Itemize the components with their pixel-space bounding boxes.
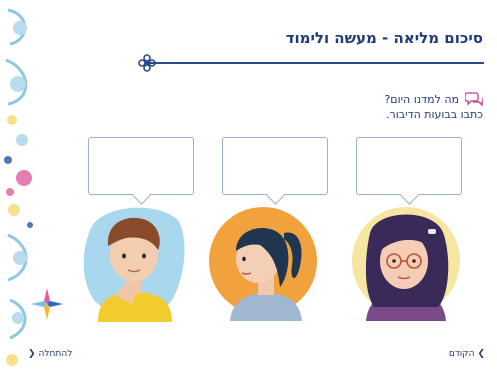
boy-avatar <box>83 207 185 322</box>
slide-frame: סיכום מליאה - מעשה ולימוד מה למדנו היום?… <box>0 0 497 376</box>
pinwheel-icon <box>31 288 63 320</box>
instruction-text: כתבו בבועות הדיבור. <box>386 108 483 121</box>
start-label: להתחלה <box>38 349 73 359</box>
girl-ponytail-avatar <box>209 207 317 321</box>
speech-bubble-boy[interactable] <box>88 137 194 195</box>
page-title: סיכום מליאה - מעשה ולימוד <box>285 29 483 47</box>
chevron-right-icon: ❯ <box>477 349 485 359</box>
start-link[interactable]: להתחלה ❮ <box>28 349 72 359</box>
previous-link[interactable]: ❯ הקודם <box>449 349 485 359</box>
question-text: מה למדנו היום? <box>384 92 459 106</box>
previous-label: הקודם <box>448 349 475 359</box>
chat-bubbles-icon <box>465 92 483 107</box>
girl-glasses-avatar <box>352 207 460 321</box>
speech-bubble-girl-glasses[interactable] <box>356 137 462 195</box>
speech-bubble-girl-ponytail[interactable] <box>222 137 328 195</box>
question-row: מה למדנו היום? <box>384 91 483 107</box>
flower-ornament-icon <box>138 54 156 72</box>
chevron-left-icon: ❮ <box>28 349 36 359</box>
title-divider <box>148 62 484 64</box>
